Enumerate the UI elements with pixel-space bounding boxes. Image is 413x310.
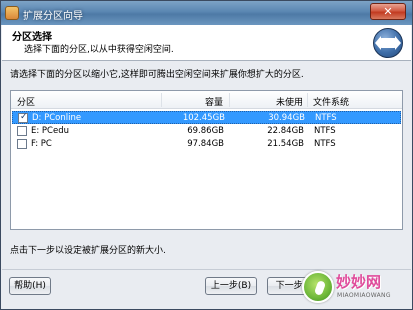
column-header-filesystem[interactable]: 文件系统 — [313, 95, 349, 108]
partition-name: F: PC — [31, 139, 52, 149]
app-icon — [5, 6, 19, 20]
close-button[interactable]: ✕ — [370, 3, 406, 20]
instruction-text: 请选择下面的分区以缩小它,这样即可腾出空闲空间来扩展你想扩大的分区. — [10, 70, 304, 80]
window-title: 扩展分区向导 — [23, 11, 83, 22]
close-icon: ✕ — [383, 5, 393, 18]
partition-name: E: PCedu — [31, 126, 70, 136]
table-row[interactable]: D: PConline 102.45GB 30.94GB NTFS — [12, 111, 401, 124]
back-button[interactable]: 上一步(B) — [205, 277, 257, 295]
wizard-window: 扩展分区向导 ✕ 分区选择 选择下面的分区,以从中获得空闲空间. 请选择下面的分… — [0, 0, 413, 310]
help-button[interactable]: 帮助(H) — [9, 277, 51, 295]
table-row[interactable]: E: PCedu 69.86GB 22.84GB NTFS — [12, 125, 401, 138]
partition-capacity: 102.45GB — [182, 113, 225, 123]
row-checkbox[interactable] — [17, 139, 27, 149]
page-title: 分区选择 — [12, 32, 52, 43]
column-header-capacity[interactable]: 容量 — [161, 95, 223, 108]
partition-free: 22.84GB — [267, 126, 304, 136]
list-header: 分区 容量 未使用 文件系统 — [11, 91, 402, 109]
partition-name: D: PConline — [32, 113, 82, 123]
partition-list[interactable]: 分区 容量 未使用 文件系统 D: PConline 102.45GB 30.9… — [10, 90, 403, 230]
column-header-free[interactable]: 未使用 — [229, 95, 303, 108]
watermark: 妙妙网 MIAOMIAOWANG — [302, 269, 408, 305]
watermark-text: 妙妙网 — [336, 273, 382, 291]
row-checkbox[interactable] — [18, 112, 28, 123]
watermark-logo-icon — [302, 271, 334, 303]
wizard-header: 分区选择 选择下面的分区,以从中获得空闲空间. — [2, 25, 411, 61]
partition-capacity: 69.86GB — [187, 126, 224, 136]
column-header-partition[interactable]: 分区 — [17, 95, 35, 108]
partition-capacity: 97.84GB — [187, 139, 224, 149]
row-checkbox[interactable] — [17, 126, 27, 136]
table-row[interactable]: F: PC 97.84GB 21.54GB NTFS — [12, 138, 401, 151]
partition-fs: NTFS — [314, 126, 336, 136]
watermark-subtext: MIAOMIAOWANG — [337, 292, 391, 299]
partition-free: 21.54GB — [267, 139, 304, 149]
partition-fs: NTFS — [314, 139, 336, 149]
title-bar[interactable]: 扩展分区向导 ✕ — [1, 1, 412, 25]
partition-free: 30.94GB — [268, 113, 305, 123]
page-subtitle: 选择下面的分区,以从中获得空闲空间. — [24, 45, 174, 55]
hint-text: 点击下一步以设定被扩展分区的新大小. — [10, 246, 166, 256]
extend-partition-icon — [373, 28, 403, 58]
partition-fs: NTFS — [315, 113, 337, 123]
